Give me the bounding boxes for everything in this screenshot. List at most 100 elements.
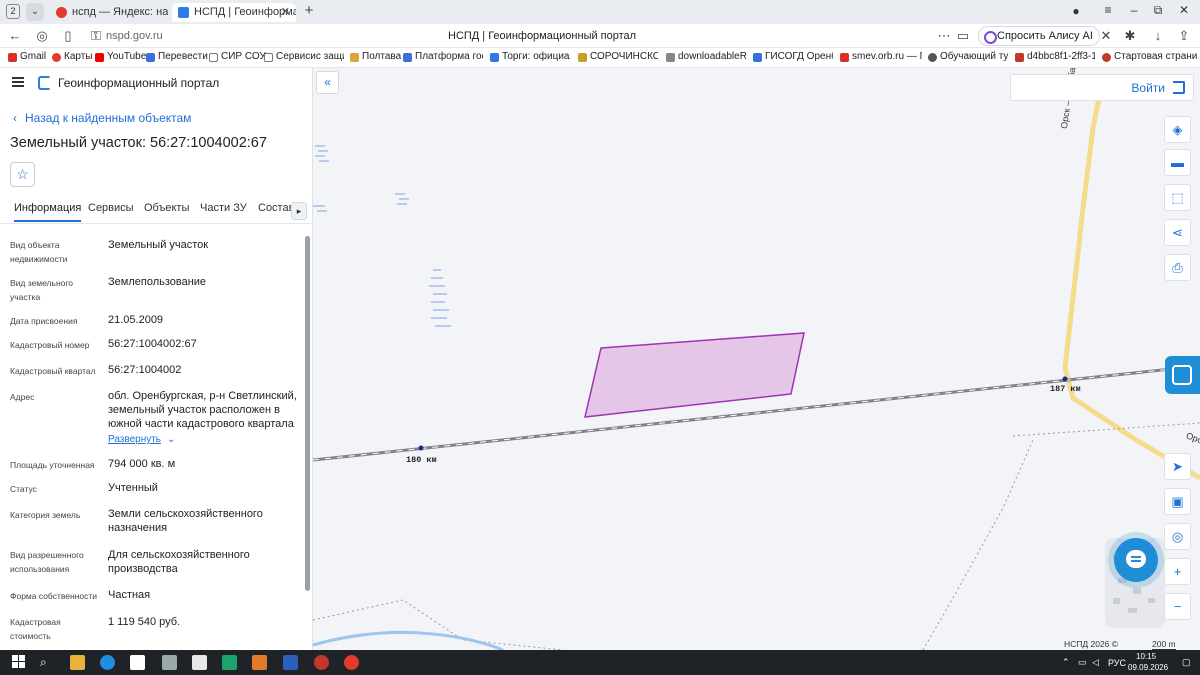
bookmark-tour[interactable]: Обучающий тур г xyxy=(928,51,1008,62)
word-icon[interactable] xyxy=(283,655,298,670)
field-value: Земельный участок xyxy=(108,239,209,251)
add-bookmark-icon[interactable]: ▭ xyxy=(955,28,971,44)
store-icon[interactable] xyxy=(192,655,207,670)
location-pin-icon: ◎ xyxy=(1171,529,1184,544)
bookmark-translate[interactable]: Перевести xyxy=(146,51,208,62)
ruler-button[interactable]: ▬ xyxy=(1164,149,1191,176)
yandex-browser-taskbar-icon[interactable] xyxy=(344,655,359,670)
address-value: обл. Оренбургская, р-н Светлинский, земе… xyxy=(108,390,297,430)
tab-list-chevron-icon[interactable]: ⌄ xyxy=(26,3,44,21)
file-explorer-icon[interactable] xyxy=(70,655,85,670)
profile-icon[interactable]: ● xyxy=(1068,4,1084,18)
windows-start-icon[interactable] xyxy=(12,655,27,670)
language-indicator[interactable]: РУС xyxy=(1108,658,1126,668)
mail-icon[interactable] xyxy=(130,655,145,670)
field-label: Адрес xyxy=(10,392,35,402)
tab-services[interactable]: Сервисы xyxy=(88,202,134,222)
bookmark-sorochinskoe[interactable]: СОРОЧИНСКОЕ Р xyxy=(578,51,658,62)
search-icon[interactable]: ⌕ xyxy=(40,655,55,670)
tab-parts[interactable]: Части ЗУ xyxy=(200,202,247,222)
field-value: Учтенный xyxy=(108,482,158,494)
network-icon[interactable]: ▭ xyxy=(1078,657,1087,668)
browser-tab-nspd[interactable]: НСПД | Геоинформаци ✕ xyxy=(172,3,296,22)
ask-alice-button[interactable]: Спросить Алису AI xyxy=(978,26,1100,46)
close-tab-icon[interactable]: ✕ xyxy=(281,3,290,22)
url-field[interactable]: nspd.gov.ru xyxy=(106,30,163,42)
gov-icon xyxy=(403,53,412,62)
login-icon xyxy=(1173,81,1185,94)
clock-time[interactable]: 10:15 xyxy=(1136,652,1156,661)
area-select-button[interactable]: ⬚ xyxy=(1164,184,1191,211)
bookmark-smev[interactable]: smev.orb.ru — По xyxy=(840,51,922,62)
location-pin-button[interactable]: ◎ xyxy=(1164,523,1191,550)
bookmark-uuid[interactable]: d4bbc8f1-2ff3-11 xyxy=(1015,51,1095,62)
map-view[interactable]: Орск — Домбаровский — Светлый Орс 180 км… xyxy=(313,68,1200,650)
zoom-in-button[interactable]: + xyxy=(1164,558,1191,585)
bookmark-maps[interactable]: Карты xyxy=(52,51,93,62)
folder-icon xyxy=(350,53,359,62)
volume-icon[interactable]: ◁ xyxy=(1092,657,1099,668)
bookmark-gov-platform[interactable]: Платформа госуд xyxy=(403,51,483,62)
panel-scrollbar[interactable] xyxy=(305,236,310,591)
share-map-button[interactable]: ⋖ xyxy=(1164,219,1191,246)
minimize-icon[interactable]: – xyxy=(1126,3,1142,17)
bookmark-youtube[interactable]: YouTube xyxy=(95,51,146,62)
favorite-star-button[interactable]: ☆ xyxy=(10,162,35,187)
bookmark-gisogd[interactable]: ГИСОГД Оренбур xyxy=(753,51,833,62)
edge-icon[interactable] xyxy=(100,655,115,670)
tray-up-icon[interactable]: ⌃ xyxy=(1062,657,1070,668)
basemap-button[interactable]: ▣ xyxy=(1164,488,1191,515)
app-icon-3[interactable] xyxy=(252,655,267,670)
clock-date[interactable]: 09.09.2026 xyxy=(1128,663,1168,672)
locate-button[interactable]: ➤ xyxy=(1164,453,1191,480)
tab-information[interactable]: Информация xyxy=(14,202,82,222)
bookmark-downloadable[interactable]: downloadableRes xyxy=(666,51,746,62)
bookmark-gmail[interactable]: Gmail xyxy=(8,51,46,62)
share-icon[interactable]: ⇪ xyxy=(1176,28,1192,44)
yandex-browser-icon[interactable]: ◎ xyxy=(34,28,50,44)
object-info-panel: Геоинформационный портал ‹ Назад к найден… xyxy=(0,68,313,650)
land-parcel[interactable] xyxy=(584,332,805,418)
tabs-next-button[interactable]: ▸ xyxy=(291,202,307,220)
login-button[interactable]: Войти xyxy=(1010,74,1194,101)
river xyxy=(313,630,504,650)
bookmark-icon[interactable]: ▯ xyxy=(60,28,76,44)
bookmark-start[interactable]: Стартовая страни xyxy=(1102,51,1198,62)
tab-objects[interactable]: Объекты xyxy=(144,202,189,222)
field-value: 1 119 540 руб. xyxy=(108,616,181,628)
navigation-arrow-icon: ➤ xyxy=(1172,459,1183,474)
chat-button[interactable] xyxy=(1114,538,1158,582)
app-icon-2[interactable] xyxy=(222,655,237,670)
bookmark-sir-sou[interactable]: СИР СОУ xyxy=(209,51,266,62)
puzzle-icon[interactable]: ✱ xyxy=(1122,28,1138,44)
nspd-favicon-icon xyxy=(178,7,189,18)
expand-address-link[interactable]: Развернуть ⌄ xyxy=(108,434,175,445)
app-icon[interactable] xyxy=(162,655,177,670)
extension-icon[interactable]: ✕ xyxy=(1098,28,1114,44)
globe-icon xyxy=(928,53,937,62)
collapse-panel-button[interactable]: « xyxy=(316,71,339,94)
browser-tab-yandex[interactable]: нспд — Яндекс: нашлось xyxy=(50,3,168,22)
km-marker xyxy=(1062,376,1068,382)
tab-composition[interactable]: Состав xyxy=(258,202,294,222)
hamburger-menu-icon[interactable] xyxy=(12,77,24,87)
back-arrow-icon[interactable]: ← xyxy=(7,28,23,43)
bookmark-torgi[interactable]: Торги: официальн xyxy=(490,51,570,62)
new-tab-button[interactable]: + xyxy=(300,3,318,21)
side-widget-button[interactable] xyxy=(1165,356,1200,394)
download-icon[interactable]: ↓ xyxy=(1150,28,1166,43)
restore-icon[interactable]: ⧉ xyxy=(1150,3,1166,18)
print-button[interactable]: ⎙ xyxy=(1164,254,1191,281)
close-window-icon[interactable]: ✕ xyxy=(1176,3,1192,17)
app-icon-4[interactable] xyxy=(314,655,329,670)
back-to-results-link[interactable]: ‹ Назад к найденным объектам xyxy=(13,111,191,125)
notifications-icon[interactable]: ▢ xyxy=(1182,657,1191,668)
bookmark-services[interactable]: Сервисис защищ xyxy=(264,51,344,62)
bookmark-poltava[interactable]: Полтава xyxy=(350,51,401,62)
more-icon[interactable]: ⋯ xyxy=(936,28,952,44)
menu-icon[interactable]: ≡ xyxy=(1100,3,1116,17)
tab-counter[interactable]: 2 xyxy=(6,4,20,19)
layers-button[interactable]: ◈ xyxy=(1164,116,1191,143)
zoom-out-button[interactable]: − xyxy=(1164,593,1191,620)
windows-taskbar: ⌕ ⌃ ▭ ◁ РУС 10:15 09.09.2026 ▢ xyxy=(0,650,1200,675)
